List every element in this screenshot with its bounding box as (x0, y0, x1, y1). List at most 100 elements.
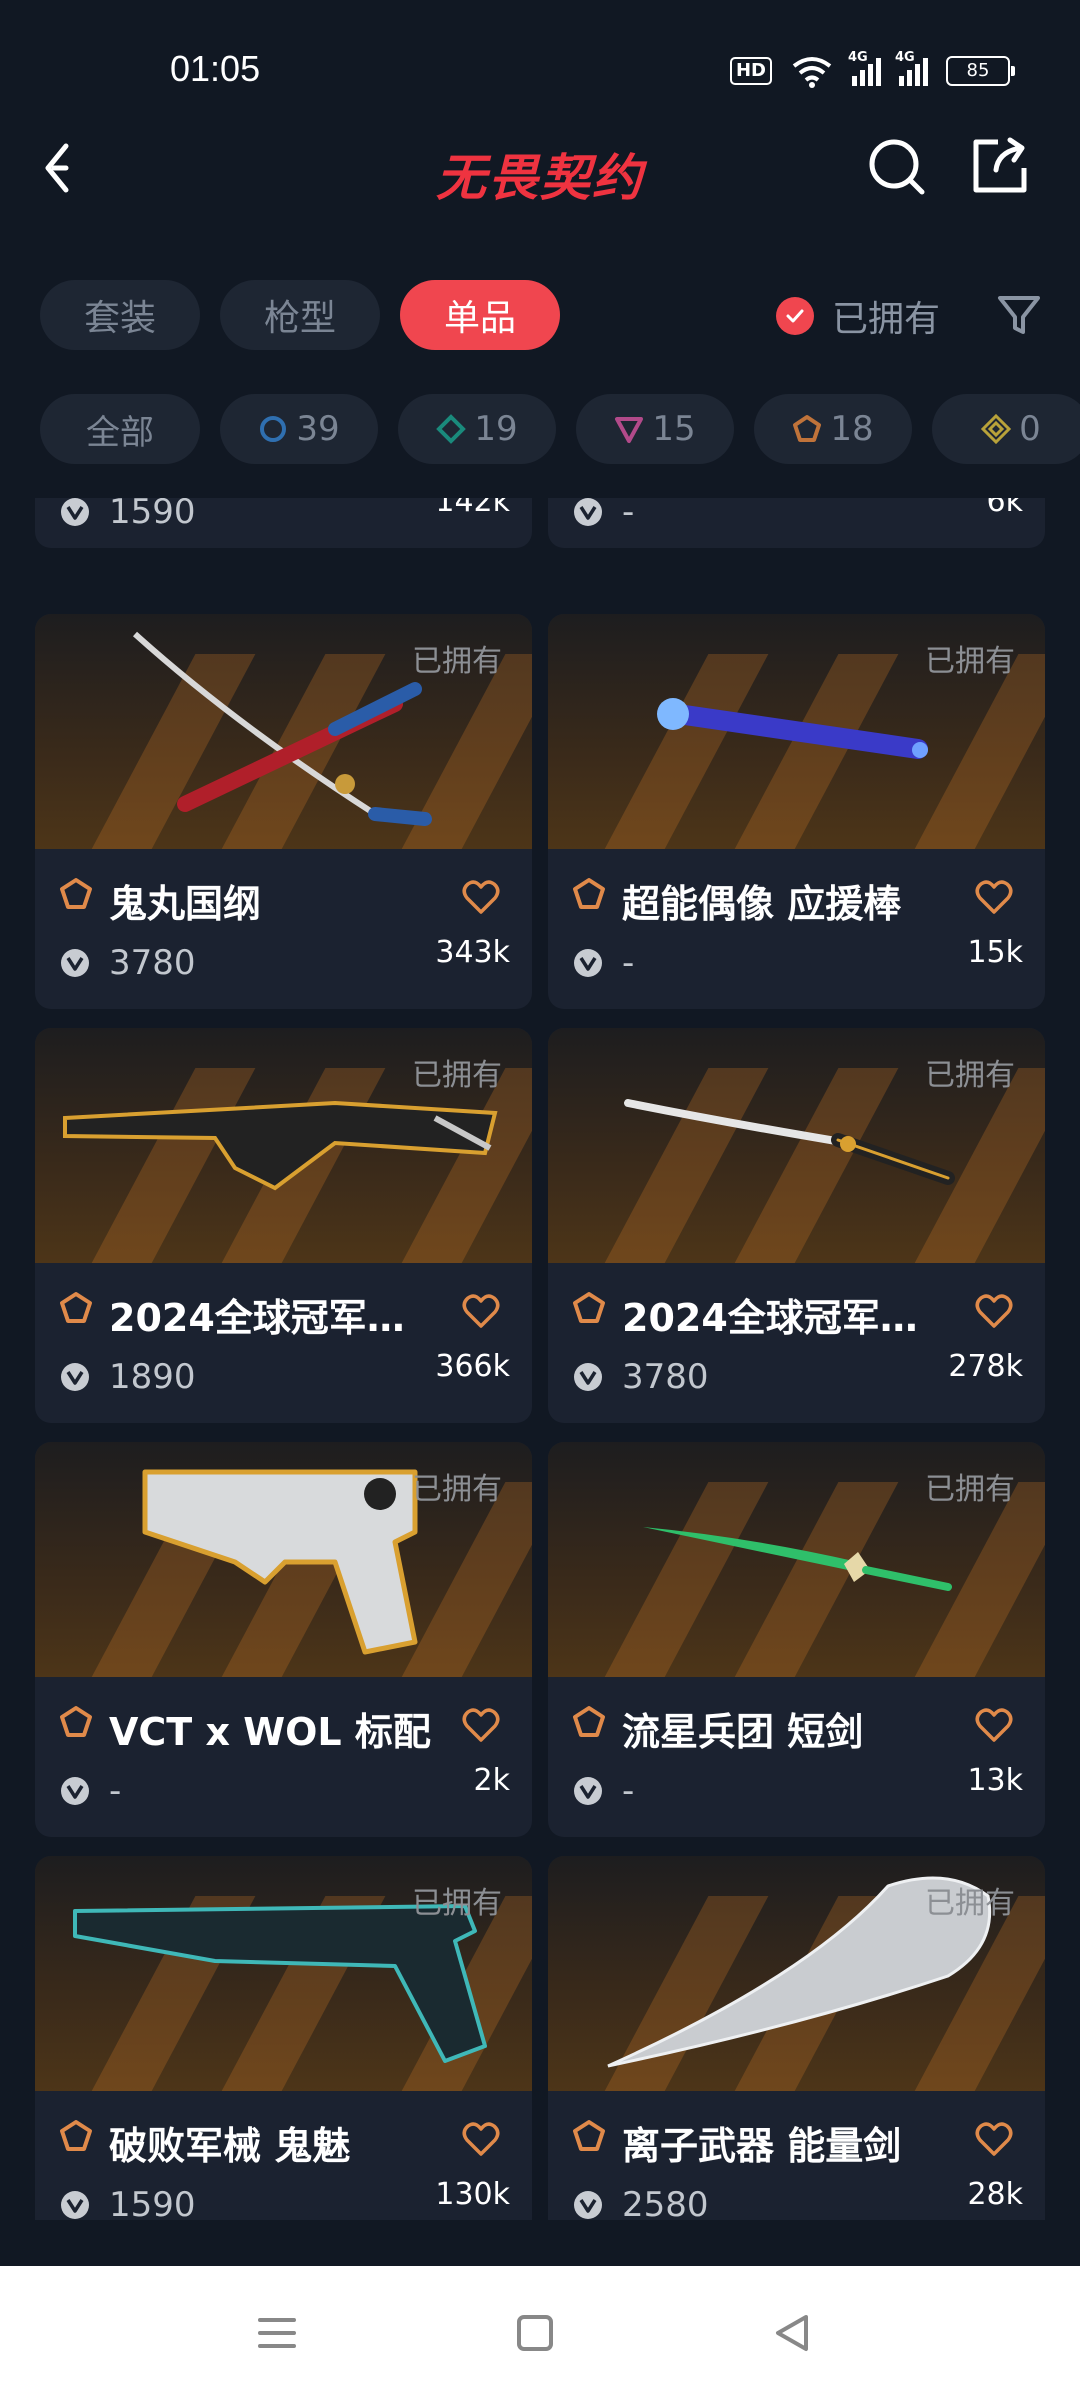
vp-currency-icon (61, 1777, 89, 1805)
item-image: 已拥有 (35, 1028, 532, 1263)
tab-single-item[interactable]: 单品 (400, 280, 560, 350)
tier-tab-exclusive[interactable]: 18 (754, 394, 912, 464)
exclusive-tier-icon (793, 415, 822, 442)
battery-icon: 85 (946, 56, 1015, 86)
item-price: - (622, 498, 635, 532)
item-name: VCT x WOL 标配 (109, 1710, 431, 1754)
owned-filter-toggle[interactable]: 已拥有 (776, 290, 940, 342)
item-card[interactable]: 已拥有 破败军械 鬼魅 1590 130k (35, 1856, 532, 2220)
item-card[interactable]: 已拥有 VCT x WOL 标配 - 2k (35, 1442, 532, 1837)
item-image: 已拥有 (35, 614, 532, 849)
vp-currency-icon (574, 1777, 602, 1805)
item-card[interactable]: 已拥有 2024全球冠军赛... 1890 366k (35, 1028, 532, 1423)
tier-tabs: 全部 39 19 15 18 0 (40, 394, 1080, 464)
item-price: 1890 (109, 1357, 196, 1397)
item-likes: 343k (435, 935, 510, 970)
check-icon (776, 297, 814, 335)
hd-icon: HD (729, 57, 772, 85)
item-name: 离子武器 能量剑 (622, 2124, 902, 2168)
exclusive-tier-icon (573, 1706, 605, 1737)
item-card[interactable]: 1590 142k (35, 498, 532, 548)
item-image: 已拥有 (548, 614, 1045, 849)
vp-currency-icon (574, 2191, 602, 2219)
category-tabs: 套装 枪型 单品 (40, 280, 560, 350)
item-name: 鬼丸国纲 (109, 882, 262, 926)
signal-icon-1: 4G (848, 50, 881, 86)
vp-currency-icon (574, 949, 602, 977)
tier-count: 19 (474, 409, 518, 449)
heart-icon[interactable] (462, 1707, 500, 1743)
home-icon[interactable] (510, 2310, 560, 2356)
heart-icon[interactable] (975, 2121, 1013, 2157)
status-time: 01:05 (170, 48, 261, 89)
share-icon[interactable] (968, 134, 1032, 198)
tab-bundle[interactable]: 套装 (40, 280, 200, 350)
select-tier-icon (260, 416, 287, 442)
status-bar: 01:05 HD 4G 4G 85 (0, 0, 1080, 130)
tier-count: 18 (830, 409, 874, 449)
item-image: 已拥有 (35, 1442, 532, 1677)
item-name: 流星兵团 短剑 (622, 1710, 864, 1754)
item-likes: 28k (967, 2177, 1023, 2212)
item-name: 2024全球冠军赛... (622, 1296, 952, 1340)
owned-badge: 已拥有 (925, 1472, 1015, 1507)
item-image: 已拥有 (548, 1442, 1045, 1677)
exclusive-tier-icon (60, 1292, 92, 1323)
exclusive-tier-icon (60, 2120, 92, 2151)
item-likes: 15k (967, 935, 1023, 970)
tier-tab-deluxe[interactable]: 19 (398, 394, 556, 464)
exclusive-tier-icon (573, 878, 605, 909)
item-image: 已拥有 (35, 1856, 532, 2091)
item-price: - (109, 1771, 122, 1811)
app-header: 无畏契约 (0, 120, 1080, 230)
menu-icon[interactable] (252, 2310, 302, 2356)
item-likes: 278k (948, 1349, 1023, 1384)
owned-badge: 已拥有 (412, 1472, 502, 1507)
vp-currency-icon (61, 949, 89, 977)
system-nav-bar (0, 2266, 1080, 2400)
owned-badge: 已拥有 (925, 644, 1015, 679)
item-card[interactable]: 已拥有 鬼丸国纲 3780 343k (35, 614, 532, 1009)
vp-currency-icon (61, 1363, 89, 1391)
exclusive-tier-icon (60, 1706, 92, 1737)
heart-icon[interactable] (462, 2121, 500, 2157)
tier-tab-all[interactable]: 全部 (40, 394, 200, 464)
item-price: - (622, 1771, 635, 1811)
heart-icon[interactable] (462, 879, 500, 915)
back-nav-icon[interactable] (768, 2310, 818, 2356)
owned-badge: 已拥有 (412, 644, 502, 679)
exclusive-tier-icon (60, 878, 92, 909)
tier-tab-premium[interactable]: 15 (576, 394, 734, 464)
tier-tab-ultra[interactable]: 0 (932, 394, 1080, 464)
tier-tab-select[interactable]: 39 (220, 394, 378, 464)
heart-icon[interactable] (975, 1293, 1013, 1329)
item-card[interactable]: 已拥有 2024全球冠军赛... 3780 278k (548, 1028, 1045, 1423)
search-icon[interactable] (866, 136, 930, 200)
owned-badge: 已拥有 (925, 1058, 1015, 1093)
owned-badge: 已拥有 (412, 1886, 502, 1921)
item-price: 1590 (109, 2185, 196, 2220)
item-likes: 142k (435, 498, 510, 519)
signal-icon-2: 4G (895, 50, 928, 86)
item-card[interactable]: 已拥有 超能偶像 应援棒 - 15k (548, 614, 1045, 1009)
heart-icon[interactable] (975, 879, 1013, 915)
exclusive-tier-icon (573, 1292, 605, 1323)
tab-weapon-type[interactable]: 枪型 (220, 280, 380, 350)
item-price: 2580 (622, 2185, 709, 2220)
item-name: 2024全球冠军赛... (109, 1296, 439, 1340)
owned-badge: 已拥有 (925, 1886, 1015, 1921)
item-likes: 130k (435, 2177, 510, 2212)
deluxe-tier-icon (436, 414, 467, 444)
premium-tier-icon (615, 417, 644, 443)
heart-icon[interactable] (462, 1293, 500, 1329)
item-card[interactable]: 已拥有 离子武器 能量剑 2580 28k (548, 1856, 1045, 2220)
exclusive-tier-icon (573, 2120, 605, 2151)
item-name: 破败军械 鬼魅 (109, 2124, 351, 2168)
tier-count: 15 (652, 409, 696, 449)
item-image: 已拥有 (548, 1028, 1045, 1263)
heart-icon[interactable] (975, 1707, 1013, 1743)
item-card[interactable]: - 6k (548, 498, 1045, 548)
item-likes: 366k (435, 1349, 510, 1384)
item-card[interactable]: 已拥有 流星兵团 短剑 - 13k (548, 1442, 1045, 1837)
filter-icon[interactable] (994, 290, 1044, 340)
